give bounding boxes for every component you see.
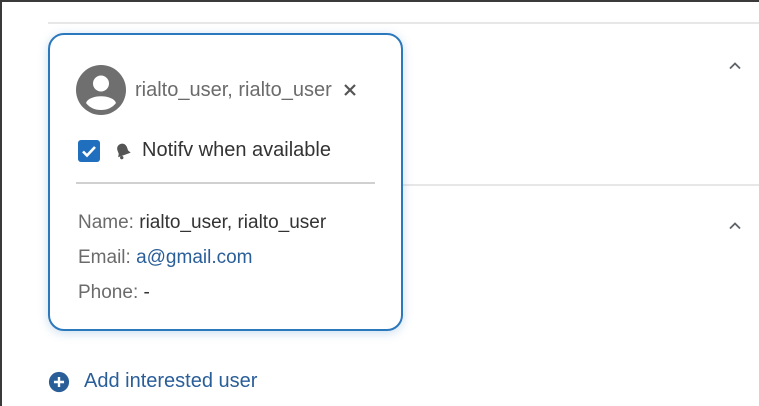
phone-line: Phone: - bbox=[78, 275, 326, 310]
email-label: Email: bbox=[78, 247, 131, 268]
card-header: rialto_user, rialto_user bbox=[76, 65, 381, 115]
add-user-label: Add interested user bbox=[84, 370, 258, 392]
phone-label: Phone: bbox=[78, 282, 139, 303]
account-circle-icon bbox=[76, 65, 126, 115]
name-value: rialto_user, rialto_user bbox=[139, 212, 327, 233]
user-info: Name: rialto_user, rialto_user Email: a@… bbox=[78, 205, 326, 310]
checkmark-icon bbox=[82, 145, 96, 157]
name-label: Name: bbox=[78, 212, 134, 233]
email-link[interactable]: a@gmail.com bbox=[136, 247, 252, 268]
chevron-up-icon[interactable] bbox=[725, 56, 745, 76]
bell-icon bbox=[117, 143, 131, 159]
phone-value: - bbox=[143, 282, 150, 303]
email-line: Email: a@gmail.com bbox=[78, 240, 326, 275]
name-line: Name: rialto_user, rialto_user bbox=[78, 205, 326, 240]
card-divider bbox=[76, 182, 375, 184]
add-interested-user-button[interactable]: Add interested user bbox=[48, 370, 257, 393]
notify-label: Notifv when available bbox=[142, 139, 331, 161]
card-title: rialto_user, rialto_user bbox=[135, 78, 332, 101]
plus-circle-icon bbox=[48, 371, 70, 392]
chevron-up-icon[interactable] bbox=[725, 216, 745, 236]
user-card: rialto_user, rialto_user Notifv when ava… bbox=[48, 33, 403, 331]
close-icon[interactable] bbox=[342, 82, 358, 98]
notify-checkbox[interactable] bbox=[78, 139, 100, 162]
notify-row: Notifv when available bbox=[78, 139, 331, 162]
